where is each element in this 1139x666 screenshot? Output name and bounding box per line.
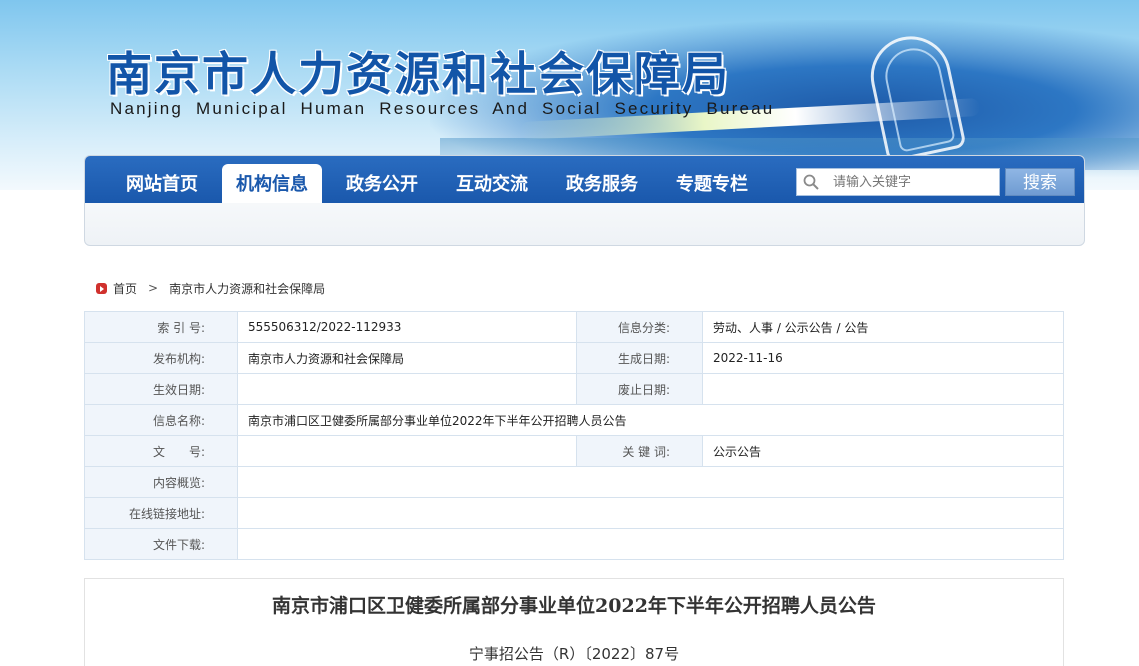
table-row: 在线链接地址:: [84, 497, 1064, 529]
effective-date-value: [237, 373, 577, 405]
table-row: 发布机构: 南京市人力资源和社会保障局 生成日期: 2022-11-16: [84, 342, 1064, 374]
created-date-label: 生成日期:: [576, 342, 703, 374]
nav-item-institution[interactable]: 机构信息: [222, 164, 322, 203]
breadcrumb-bureau-link[interactable]: 南京市人力资源和社会保障局: [169, 280, 325, 297]
index-number-label: 索 引 号:: [84, 311, 238, 343]
nav-item-government-affairs[interactable]: 政务公开: [332, 164, 432, 203]
search-box: [796, 168, 1000, 196]
search-input[interactable]: [833, 172, 993, 192]
created-date-value: 2022-11-16: [702, 342, 1064, 374]
category-value: 劳动、人事 / 公示公告 / 公告: [702, 311, 1064, 343]
breadcrumb: 首页 > 南京市人力资源和社会保障局: [96, 279, 325, 297]
table-row: 文 号: 关 键 词: 公示公告: [84, 435, 1064, 467]
online-link-label: 在线链接地址:: [84, 497, 238, 529]
abolished-date-value: [702, 373, 1064, 405]
article-doc-number: 宁事招公告（R）〔2022〕87号: [468, 645, 680, 663]
file-download-label: 文件下载:: [84, 528, 238, 560]
document-number-value: [237, 435, 577, 467]
category-label: 信息分类:: [576, 311, 703, 343]
info-name-value: 南京市浦口区卫健委所属部分事业单位2022年下半年公开招聘人员公告: [237, 404, 1064, 436]
online-link-value[interactable]: [237, 497, 1064, 529]
nav-item-special-topics[interactable]: 专题专栏: [662, 164, 762, 203]
index-number-value: 555506312/2022-112933: [237, 311, 577, 343]
article-body: 南京市浦口区卫健委所属部分事业单位2022年下半年公开招聘人员公告 宁事招公告（…: [84, 578, 1064, 666]
search-icon: [803, 174, 819, 190]
abolished-date-label: 废止日期:: [576, 373, 703, 405]
file-download-value[interactable]: [237, 528, 1064, 560]
nav-bar: 网站首页 机构信息 政务公开 互动交流 政务服务 专题专栏 搜索: [85, 156, 1084, 203]
document-info-table: 索 引 号: 555506312/2022-112933 信息分类: 劳动、人事…: [84, 311, 1064, 560]
table-row: 内容概览:: [84, 466, 1064, 498]
summary-value: [237, 466, 1064, 498]
search-button[interactable]: 搜索: [1005, 168, 1075, 196]
home-icon: [96, 282, 107, 294]
article-title: 南京市浦口区卫健委所属部分事业单位2022年下半年公开招聘人员公告: [272, 595, 876, 617]
keywords-label: 关 键 词:: [576, 435, 703, 467]
effective-date-label: 生效日期:: [84, 373, 238, 405]
main-navigation: 网站首页 机构信息 政务公开 互动交流 政务服务 专题专栏 搜索: [84, 155, 1085, 246]
nav-item-services[interactable]: 政务服务: [552, 164, 652, 203]
breadcrumb-home-link[interactable]: 首页: [113, 280, 137, 297]
table-row: 生效日期: 废止日期:: [84, 373, 1064, 405]
table-row: 文件下载:: [84, 528, 1064, 560]
nav-item-interaction[interactable]: 互动交流: [442, 164, 542, 203]
breadcrumb-separator: >: [148, 281, 159, 295]
table-row: 索 引 号: 555506312/2022-112933 信息分类: 劳动、人事…: [84, 311, 1064, 343]
info-name-label: 信息名称:: [84, 404, 238, 436]
site-title-chinese: 南京市人力资源和社会保障局: [106, 47, 730, 101]
summary-label: 内容概览:: [84, 466, 238, 498]
publisher-label: 发布机构:: [84, 342, 238, 374]
table-row: 信息名称: 南京市浦口区卫健委所属部分事业单位2022年下半年公开招聘人员公告: [84, 404, 1064, 436]
nav-item-home[interactable]: 网站首页: [112, 164, 212, 203]
keywords-value: 公示公告: [702, 435, 1064, 467]
document-number-label: 文 号:: [84, 435, 238, 467]
publisher-value: 南京市人力资源和社会保障局: [237, 342, 577, 374]
site-title-english: Nanjing Municipal Human Resources And So…: [110, 99, 775, 118]
